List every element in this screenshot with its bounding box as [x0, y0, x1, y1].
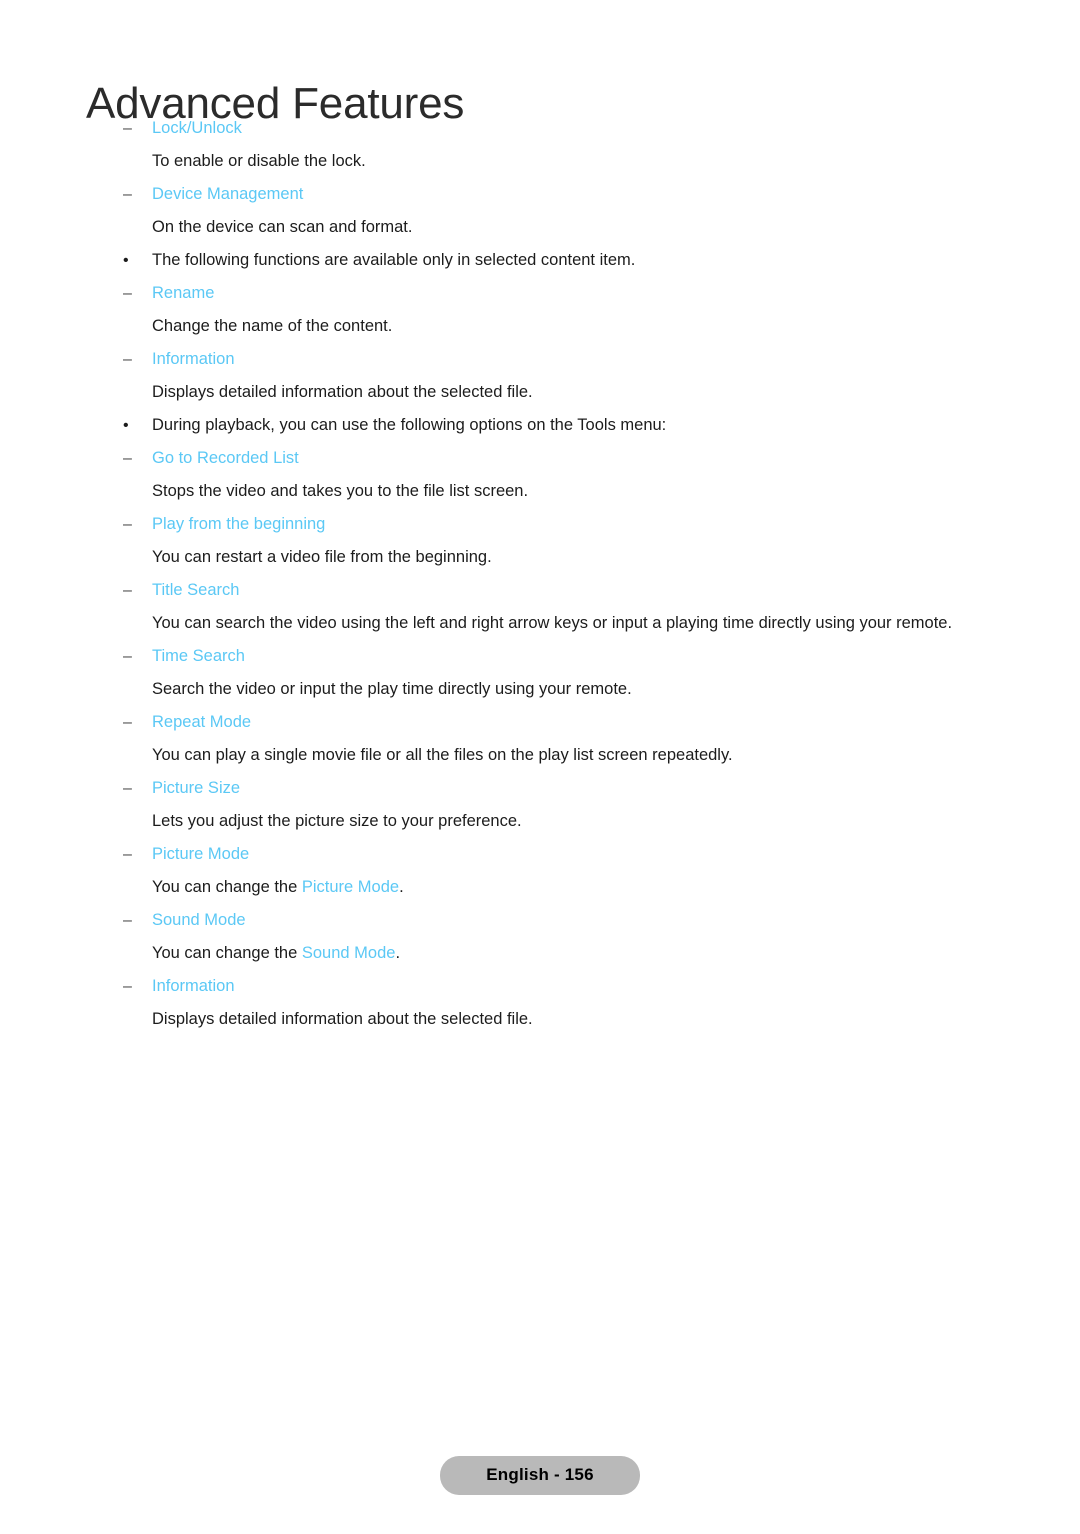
- sub-heading-label: Repeat Mode: [152, 713, 252, 731]
- description-fragment: .: [395, 944, 401, 962]
- sub-heading: – Information: [0, 970, 1080, 1003]
- sub-heading: – Rename: [0, 277, 1080, 310]
- sub-heading-label: Device Management: [152, 185, 304, 203]
- description-text: You can change the Sound Mode.: [0, 937, 1080, 970]
- dash-marker-icon: –: [123, 780, 132, 797]
- description-text: You can search the video using the left …: [152, 614, 953, 632]
- sub-heading: – Title Search: [0, 574, 1080, 607]
- dash-marker-icon: –: [123, 582, 132, 599]
- dash-marker-icon: –: [123, 714, 132, 731]
- inline-accent-term: Picture Mode: [301, 878, 400, 896]
- sub-heading: – Picture Mode: [0, 838, 1080, 871]
- bullet-item: • During playback, you can use the follow…: [0, 409, 1080, 442]
- sub-heading: – Time Search: [0, 640, 1080, 673]
- sub-heading: – Device Management: [0, 178, 1080, 211]
- sub-heading: – Go to Recorded List: [0, 442, 1080, 475]
- bullet-item-label: The following functions are available on…: [152, 251, 636, 269]
- description-text: Lets you adjust the picture size to your…: [152, 812, 522, 830]
- description-fragment: You can change the: [152, 944, 302, 962]
- description-text: Displays detailed information about the …: [152, 383, 533, 401]
- dash-marker-icon: –: [123, 120, 132, 137]
- dash-marker-icon: –: [123, 351, 132, 368]
- dash-marker-icon: –: [123, 978, 132, 995]
- dash-marker-icon: –: [123, 285, 132, 302]
- sub-heading-label: Picture Mode: [152, 845, 250, 863]
- bullet-marker-icon: •: [123, 417, 129, 434]
- description-text: Change the name of the content.: [152, 317, 393, 335]
- content-body: – Lock/Unlock To enable or disable the loc…: [0, 112, 1080, 1036]
- sub-heading-label: Go to Recorded List: [152, 449, 299, 467]
- description-text: You can play a single movie file or all …: [152, 746, 733, 764]
- sub-heading: – Lock/Unlock: [0, 112, 1080, 145]
- description-text: You can change the Picture Mode.: [0, 871, 1080, 904]
- dash-marker-icon: –: [123, 186, 132, 203]
- sub-heading: – Picture Size: [0, 772, 1080, 805]
- description-fragment: .: [399, 878, 404, 896]
- description-fragment: You can change the: [152, 878, 302, 896]
- dash-marker-icon: –: [123, 846, 132, 863]
- dash-marker-icon: –: [123, 912, 132, 929]
- dash-marker-icon: –: [123, 450, 132, 467]
- sub-heading-label: Information: [152, 350, 235, 368]
- sub-heading: – Play from the beginning: [0, 508, 1080, 541]
- sub-heading-label: Rename: [152, 284, 215, 302]
- sub-heading-label: Title Search: [152, 581, 240, 599]
- description-text: Displays detailed information about the …: [152, 1010, 533, 1028]
- sub-heading: – Information: [0, 343, 1080, 376]
- description-text: On the device can scan and format.: [152, 218, 413, 236]
- dash-marker-icon: –: [123, 648, 132, 665]
- inline-accent-term: Sound Mode: [301, 944, 396, 962]
- description-text: To enable or disable the lock.: [152, 152, 366, 170]
- manual-page: Advanced Features – Lock/Unlock To enable …: [0, 0, 1080, 1534]
- sub-heading-label: Play from the beginning: [152, 515, 326, 533]
- sub-heading-label: Time Search: [152, 647, 245, 665]
- description-text: Search the video or input the play time …: [152, 680, 632, 698]
- sub-heading-label: Picture Size: [152, 779, 241, 797]
- sub-heading-label: Sound Mode: [152, 911, 246, 929]
- sub-heading-label: Lock/Unlock: [152, 119, 242, 137]
- bullet-item-label: During playback, you can use the followi…: [152, 416, 667, 434]
- description-text: Stops the video and takes you to the fil…: [152, 482, 529, 500]
- dash-marker-icon: –: [123, 516, 132, 533]
- bullet-marker-icon: •: [123, 252, 129, 269]
- sub-heading: – Sound Mode: [0, 904, 1080, 937]
- description-text: You can restart a video file from the be…: [152, 548, 492, 566]
- sub-heading-label: Information: [152, 977, 235, 995]
- language-page-badge: English - 156: [440, 1456, 640, 1495]
- bullet-item: • The following functions are available o…: [0, 244, 1080, 277]
- page-footer: English - 156: [0, 1456, 1080, 1495]
- sub-heading: – Repeat Mode: [0, 706, 1080, 739]
